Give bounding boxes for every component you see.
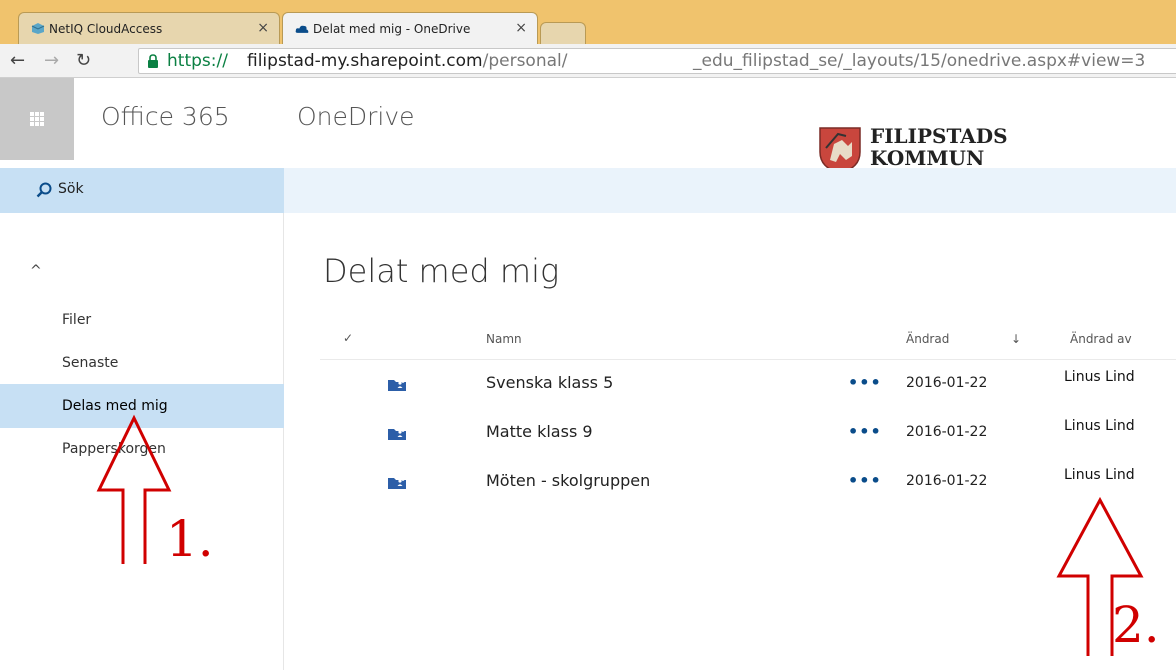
shared-folder-icon (388, 429, 406, 440)
logo-text: FILIPSTADS KOMMUN (870, 125, 1008, 169)
lock-icon (148, 54, 158, 68)
column-header-modified[interactable]: Ändrad (906, 332, 949, 346)
coat-of-arms-icon (819, 127, 861, 174)
tab-close-icon[interactable]: × (257, 20, 269, 36)
browser-tabstrip: NetIQ CloudAccess × Delat med mig - OneD… (0, 0, 1176, 44)
suite-name[interactable]: Office 365 (101, 102, 230, 131)
nav-item-senaste[interactable]: Senaste (0, 341, 284, 385)
forward-arrow-icon[interactable]: → (44, 50, 59, 71)
browser-toolbar: ← → ↻ https:// filipstad-my.sharepoint.c… (0, 44, 1176, 78)
logo-line-1: FILIPSTADS (870, 124, 1008, 148)
column-header-name[interactable]: Namn (486, 332, 522, 346)
url-host: filipstad-my.sharepoint.com (247, 51, 483, 71)
sort-descending-icon[interactable]: ↓ (1011, 332, 1021, 346)
annotation-number-1: 1. (166, 510, 214, 568)
more-options-icon[interactable]: ••• (848, 422, 882, 441)
address-bar[interactable]: https:// filipstad-my.sharepoint.com/per… (138, 48, 1176, 74)
app-name[interactable]: OneDrive (297, 102, 415, 131)
shared-folder-icon (388, 380, 406, 391)
modified-by: Linus Lind (1064, 418, 1135, 434)
collapse-chevron-icon[interactable]: ^ (30, 263, 42, 279)
table-row[interactable]: Matte klass 9 ••• 2016-01-22 Linus Lind (320, 412, 1176, 460)
search-icon (36, 182, 52, 198)
back-arrow-icon[interactable]: ← (10, 50, 25, 71)
tab-title: NetIQ CloudAccess (49, 21, 163, 36)
browser-tab-netiq[interactable]: NetIQ CloudAccess × (18, 12, 280, 44)
reload-icon[interactable]: ↻ (76, 50, 91, 71)
app-launcher-button[interactable] (0, 78, 74, 160)
annotation-arrow-1-icon (96, 414, 172, 564)
search-box[interactable]: Sök (0, 168, 284, 213)
page-title: Delat med mig (323, 252, 560, 290)
waffle-icon (30, 112, 44, 126)
nav-item-filer[interactable]: Filer (0, 298, 284, 342)
suite-bar: Office 365 OneDrive FILIPSTADS KOMMUN (0, 78, 1176, 174)
header-divider (320, 359, 1176, 360)
screen: NetIQ CloudAccess × Delat med mig - OneD… (0, 0, 1176, 670)
select-all-check-icon[interactable]: ✓ (343, 331, 353, 345)
logo-line-2: KOMMUN (870, 146, 985, 170)
file-name[interactable]: Matte klass 9 (486, 422, 593, 441)
url-path-end: _edu_filipstad_se/_layouts/15/onedrive.a… (693, 51, 1146, 71)
table-row[interactable]: Möten - skolgruppen ••• 2016-01-22 Linus… (320, 461, 1176, 509)
url-path-start: /personal/ (482, 51, 568, 71)
modified-by: Linus Lind (1064, 467, 1135, 483)
modified-date: 2016-01-22 (906, 375, 988, 391)
new-tab-button[interactable] (540, 22, 586, 44)
column-header-modified-by[interactable]: Ändrad av (1070, 332, 1132, 346)
modified-date: 2016-01-22 (906, 473, 988, 489)
browser-tab-onedrive[interactable]: Delat med mig - OneDrive × (282, 12, 538, 44)
url-host-path: filipstad-my.sharepoint.com/personal/ (247, 49, 567, 73)
file-name[interactable]: Svenska klass 5 (486, 373, 613, 392)
tab-close-icon[interactable]: × (515, 20, 527, 36)
url-scheme: https:// (167, 51, 228, 71)
onedrive-cloud-icon (295, 25, 309, 33)
more-options-icon[interactable]: ••• (848, 471, 882, 490)
file-name[interactable]: Möten - skolgruppen (486, 471, 650, 490)
modified-by: Linus Lind (1064, 369, 1135, 385)
annotation-number-2: 2. (1112, 596, 1160, 654)
search-label: Sök (58, 181, 84, 197)
more-options-icon[interactable]: ••• (848, 373, 882, 392)
tab-title: Delat med mig - OneDrive (313, 21, 471, 36)
modified-date: 2016-01-22 (906, 424, 988, 440)
table-row[interactable]: Svenska klass 5 ••• 2016-01-22 Linus Lin… (320, 363, 1176, 411)
netiq-favicon-icon (31, 23, 45, 34)
command-bar (284, 168, 1176, 213)
shared-folder-icon (388, 478, 406, 489)
